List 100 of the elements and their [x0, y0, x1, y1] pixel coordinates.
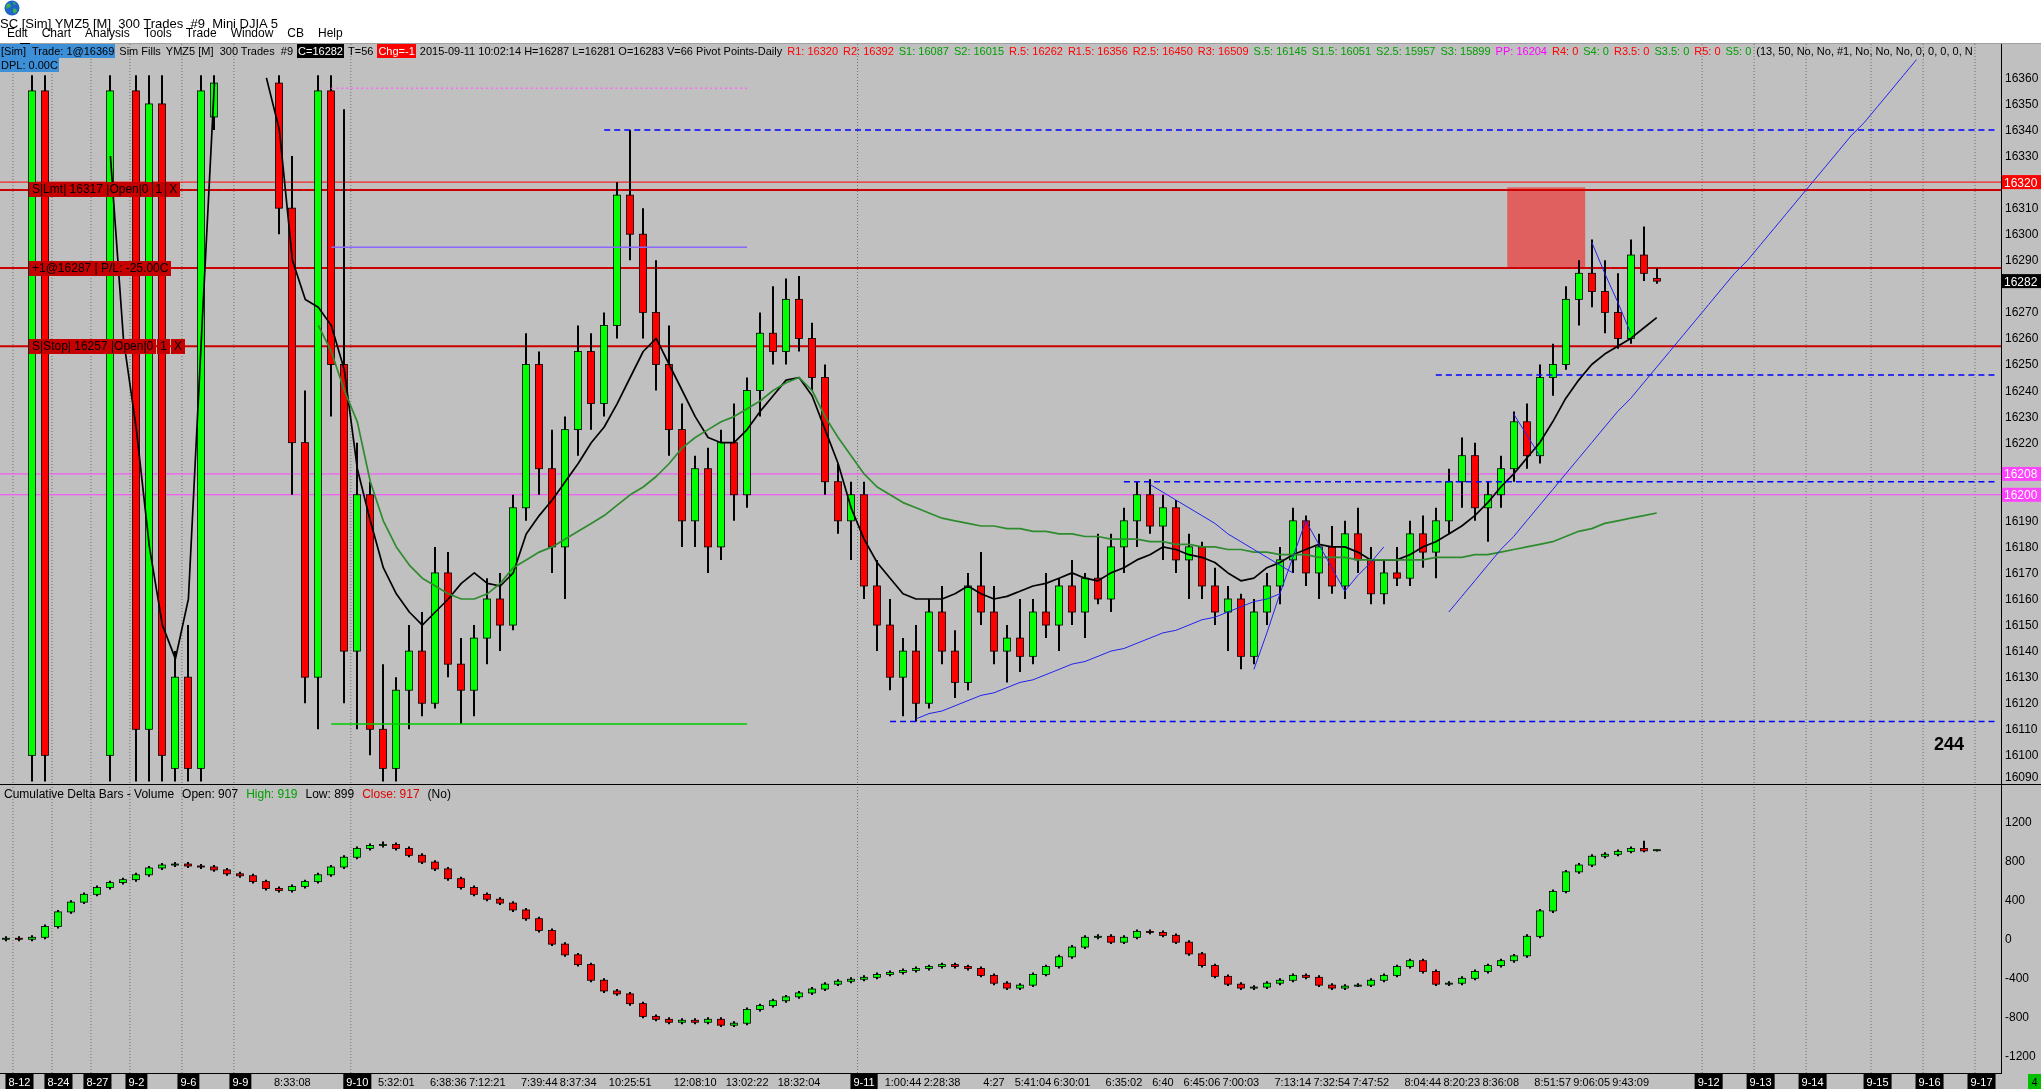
time-label: 8:33:08 [274, 1075, 311, 1088]
time-label: 8:04:44 [1404, 1075, 1442, 1088]
time-label: 9:43:09 [1612, 1075, 1650, 1088]
resistance-level: R1.5: 16356 [1066, 44, 1129, 58]
price-axis-label: 16310 [2005, 201, 2039, 216]
delta-axis-label: 1200 [2005, 815, 2032, 830]
support-level: S2.5: 15957 [1375, 44, 1437, 58]
price-axis-label: 16250 [2005, 357, 2039, 372]
time-label: 1:00:44 [884, 1075, 922, 1088]
resistance-level: R3.5: 0 [1612, 44, 1651, 58]
axis-price-tag: 16208 [2002, 466, 2041, 482]
time-label: 7:00:03 [1222, 1075, 1260, 1088]
price-axis-label: 16180 [2005, 539, 2039, 554]
date-label: 9-6 [177, 1074, 200, 1089]
price-axis-label: 16100 [2005, 748, 2039, 763]
price-axis-label: 16090 [2005, 770, 2039, 784]
resistance-level: R2.5: 16450 [1131, 44, 1194, 58]
date-label: 8-12 [5, 1074, 34, 1089]
price-axis-label: 16330 [2005, 149, 2039, 164]
info-text: (13, 50, No, No, #1, No, No, No, 0, 0, 0, 0, N [1755, 44, 1974, 58]
date-label: 9-10 [343, 1074, 372, 1089]
time-label: 18:32:04 [777, 1075, 821, 1088]
resistance-level: R5: 0 [1693, 44, 1722, 58]
price-axis-label: 16130 [2005, 670, 2039, 685]
support-level: S.5: 16145 [1252, 44, 1308, 58]
delta-axis-label: -1200 [2005, 1049, 2036, 1064]
price-axis-label: 16150 [2005, 618, 2039, 633]
time-label: 6:30:01 [1053, 1075, 1091, 1088]
resistance-level: R1: 16320 [786, 44, 839, 58]
delta-axis-label: 0 [2005, 932, 2012, 947]
axis-price-tag: 16320 [2002, 175, 2041, 190]
time-label: 6:38:36 [429, 1075, 467, 1088]
indicator-reading: Close: 917 [362, 787, 420, 801]
date-label: 9-9 [229, 1074, 252, 1089]
last-price-axis-tag: 16282 [2002, 274, 2041, 289]
resistance-level: R3: 16509 [1196, 44, 1250, 58]
last-price-tag: C=16282 [297, 44, 344, 58]
time-label: 6:40 [1152, 1075, 1174, 1088]
time-label: 8:37:34 [559, 1075, 597, 1088]
time-label: 5:32:01 [377, 1075, 415, 1088]
delta-axis-label: 800 [2005, 854, 2026, 869]
date-label: 9-11 [850, 1074, 878, 1089]
corner-tag: 4 [2028, 1074, 2041, 1089]
support-level: S4: 0 [1582, 44, 1610, 58]
price-axis-label: 16140 [2005, 644, 2039, 659]
time-label: 10:25:51 [608, 1075, 652, 1088]
resistance-level: R.5: 16262 [1008, 44, 1064, 58]
account-status: [Sim] Trade: 1@16369 [0, 44, 116, 58]
axis-price-tag: 16200 [2002, 487, 2041, 503]
date-label: 9-12 [1694, 1074, 1723, 1089]
price-axis-label: 16160 [2005, 592, 2039, 606]
time-label: 6:35:02 [1105, 1075, 1143, 1088]
date-label: 9-17 [1967, 1074, 1996, 1089]
time-label: 8:20:23 [1443, 1075, 1481, 1088]
time-label: 8:36:08 [1482, 1075, 1520, 1088]
info-text: YMZ5 [M] 300 Trades #9 [164, 44, 295, 58]
indicator-title: Cumulative Delta Bars - Volume [4, 787, 175, 801]
support-level: S2: 16015 [952, 44, 1006, 58]
price-axis-label: 16300 [2005, 227, 2039, 242]
date-label: 8-27 [83, 1074, 112, 1089]
time-label: 7:47:52 [1352, 1075, 1390, 1088]
delta-axis-label: -800 [2005, 1010, 2030, 1025]
time-label: 4:27 [983, 1075, 1005, 1088]
price-axis-label: 16110 [2005, 722, 2038, 737]
time-label: 9:06:05 [1573, 1075, 1611, 1088]
time-label: 8:51:57 [1534, 1075, 1572, 1088]
info-text: 2015-09-11 10:02:14 H=16287 L=16281 O=16283 V=66 Pivot Points-Daily [418, 44, 784, 58]
price-axis-label: 16260 [2005, 331, 2039, 346]
time-label: 6:45:06 [1183, 1075, 1221, 1088]
price-axis-label: 16190 [2005, 513, 2039, 528]
date-label: 9-2 [125, 1074, 148, 1089]
time-label: 13:02:22 [725, 1075, 769, 1088]
price-axis-label: 16220 [2005, 435, 2039, 450]
date-label: 9-16 [1915, 1074, 1944, 1089]
time-label: 7:12:21 [468, 1075, 506, 1088]
price-axis-label: 16240 [2005, 383, 2039, 398]
chart-annotation: 244 [1934, 734, 1964, 754]
resistance-level: R2: 16392 [842, 44, 895, 58]
price-axis-label: 16170 [2005, 565, 2039, 580]
price-axis-label: 16360 [2005, 70, 2039, 85]
price-axis-label: 16290 [2005, 253, 2039, 268]
support-level: S3: 15899 [1439, 44, 1492, 58]
price-axis-label: 16340 [2005, 123, 2039, 137]
pivot-level: PP: 16204 [1494, 44, 1548, 58]
time-label: 5:41:04 [1014, 1075, 1052, 1088]
resistance-level: R4: 0 [1551, 44, 1580, 58]
time-label: 7:13:14 [1274, 1075, 1312, 1088]
support-level: S5: 0 [1724, 44, 1753, 58]
indicator-reading: (No) [427, 787, 451, 801]
price-change-tag: Chg=-1 [377, 44, 416, 58]
date-label: 9-13 [1746, 1074, 1775, 1089]
date-label: 9-15 [1863, 1074, 1892, 1089]
time-label: 7:39:44 [520, 1075, 558, 1088]
delta-axis-label: -400 [2005, 971, 2030, 986]
price-axis-label: 16230 [2005, 409, 2039, 424]
info-text: T=56 [347, 44, 375, 58]
price-axis-label: 16120 [2005, 696, 2039, 711]
indicator-reading: Open: 907 [182, 787, 239, 801]
date-label: 8-24 [44, 1074, 73, 1089]
info-text: Sim Fills [118, 44, 162, 58]
